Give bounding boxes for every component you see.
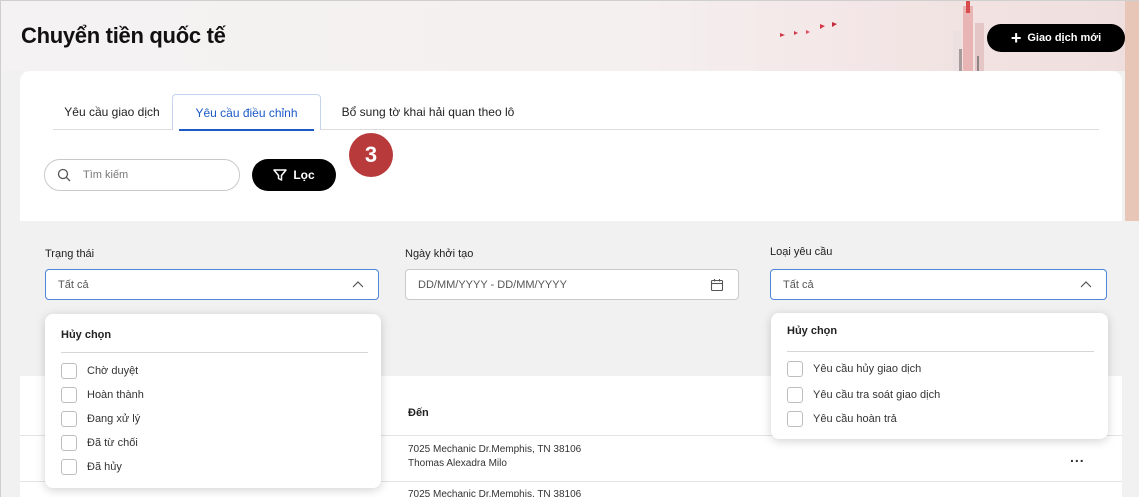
search-box[interactable]: [44, 159, 240, 191]
row-address: 7025 Mechanic Dr.Memphis, TN 38106: [408, 489, 582, 497]
new-transaction-button[interactable]: + Giao dịch mới: [987, 24, 1125, 52]
date-range-field[interactable]: DD/MM/YYYY - DD/MM/YYYY: [405, 269, 739, 300]
status-option[interactable]: Đã hủy: [61, 458, 122, 476]
status-option[interactable]: Hoàn thành: [61, 386, 144, 404]
status-filter-label: Trạng thái: [45, 248, 95, 260]
page-title: Chuyển tiền quốc tế: [21, 23, 226, 48]
tab-customs-declaration[interactable]: Bổ sung tờ khai hải quan theo lô: [328, 94, 528, 130]
page-header: Chuyển tiền quốc tế + Giao dịch mới: [1, 1, 1139, 221]
request-type-option[interactable]: Yêu cầu tra soát giao dịch: [787, 386, 940, 404]
step-badge: 3: [349, 133, 393, 177]
request-type-clear-selection[interactable]: Hủy chọn: [787, 325, 837, 337]
row-address: 7025 Mechanic Dr.Memphis, TN 38106: [408, 444, 582, 455]
checkbox[interactable]: [787, 387, 803, 403]
tab-transaction-requests[interactable]: Yêu cầu giao dịch: [53, 94, 171, 130]
checkbox[interactable]: [61, 387, 77, 403]
status-option-label: Đã hủy: [87, 461, 122, 473]
status-option[interactable]: Đã từ chối: [61, 434, 138, 452]
request-type-select-value: Tất cả: [783, 278, 814, 291]
status-option-label: Chờ duyệt: [87, 365, 139, 377]
calendar-icon: [710, 279, 724, 292]
filter-button[interactable]: Lọc: [252, 159, 336, 191]
row-more-button[interactable]: ...: [1070, 449, 1085, 465]
search-icon: [57, 168, 71, 182]
status-clear-selection[interactable]: Hủy chọn: [61, 329, 111, 341]
request-type-option-label: Yêu cầu tra soát giao dịch: [813, 389, 941, 401]
row-name: Thomas Alexadra Milo: [408, 458, 507, 469]
request-type-option-label: Yêu cầu hủy giao dịch: [813, 363, 922, 375]
dropdown-divider: [787, 351, 1094, 352]
date-range-placeholder: DD/MM/YYYY - DD/MM/YYYY: [418, 278, 567, 291]
request-type-select[interactable]: Tất cả: [770, 269, 1107, 300]
checkbox[interactable]: [61, 363, 77, 379]
request-type-option[interactable]: Yêu cầu hoàn trả: [787, 410, 897, 428]
status-select-value: Tất cả: [58, 278, 89, 291]
checkbox[interactable]: [787, 411, 803, 427]
status-option-label: Đang xử lý: [87, 413, 141, 425]
status-option-label: Đã từ chối: [87, 437, 138, 449]
chevron-up-icon: [1080, 281, 1092, 288]
tab-adjustment-requests[interactable]: Yêu cầu điều chỉnh: [172, 94, 321, 131]
search-input[interactable]: [83, 169, 213, 181]
filter-icon: [273, 169, 288, 181]
status-option[interactable]: Chờ duyệt: [61, 362, 138, 380]
filter-button-label: Lọc: [293, 168, 315, 182]
status-option-label: Hoàn thành: [87, 389, 144, 401]
plus-icon: +: [1010, 28, 1022, 48]
app-window: Chuyển tiền quốc tế + Giao dịch mới Yêu …: [0, 0, 1139, 497]
status-select[interactable]: Tất cả: [45, 269, 379, 300]
new-transaction-label: Giao dịch mới: [1027, 32, 1102, 44]
request-type-option[interactable]: Yêu cầu hủy giao dịch: [787, 360, 921, 378]
table-row[interactable]: 7025 Mechanic Dr.Memphis, TN 38106: [408, 488, 581, 497]
column-header-to: Đến: [408, 407, 429, 419]
tab-bar: Yêu cầu giao dịch Yêu cầu điều chỉnh Bổ …: [53, 94, 1099, 131]
checkbox[interactable]: [61, 459, 77, 475]
status-dropdown: Hủy chọn Chờ duyệt Hoàn thành Đang xử lý…: [45, 314, 381, 488]
request-type-filter-label: Loại yêu cầu: [770, 246, 833, 258]
chevron-up-icon: [352, 281, 364, 288]
table-row[interactable]: 7025 Mechanic Dr.Memphis, TN 38106 Thoma…: [408, 443, 581, 471]
request-type-option-label: Yêu cầu hoàn trả: [813, 413, 897, 425]
date-filter-label: Ngày khởi tạo: [405, 248, 474, 260]
decorative-hearts-icon: [780, 22, 837, 37]
checkbox[interactable]: [61, 435, 77, 451]
status-option[interactable]: Đang xử lý: [61, 410, 140, 428]
checkbox[interactable]: [61, 411, 77, 427]
request-type-dropdown: Hủy chọn Yêu cầu hủy giao dịch Yêu cầu t…: [771, 313, 1108, 439]
dropdown-divider: [61, 352, 368, 353]
checkbox[interactable]: [787, 361, 803, 377]
